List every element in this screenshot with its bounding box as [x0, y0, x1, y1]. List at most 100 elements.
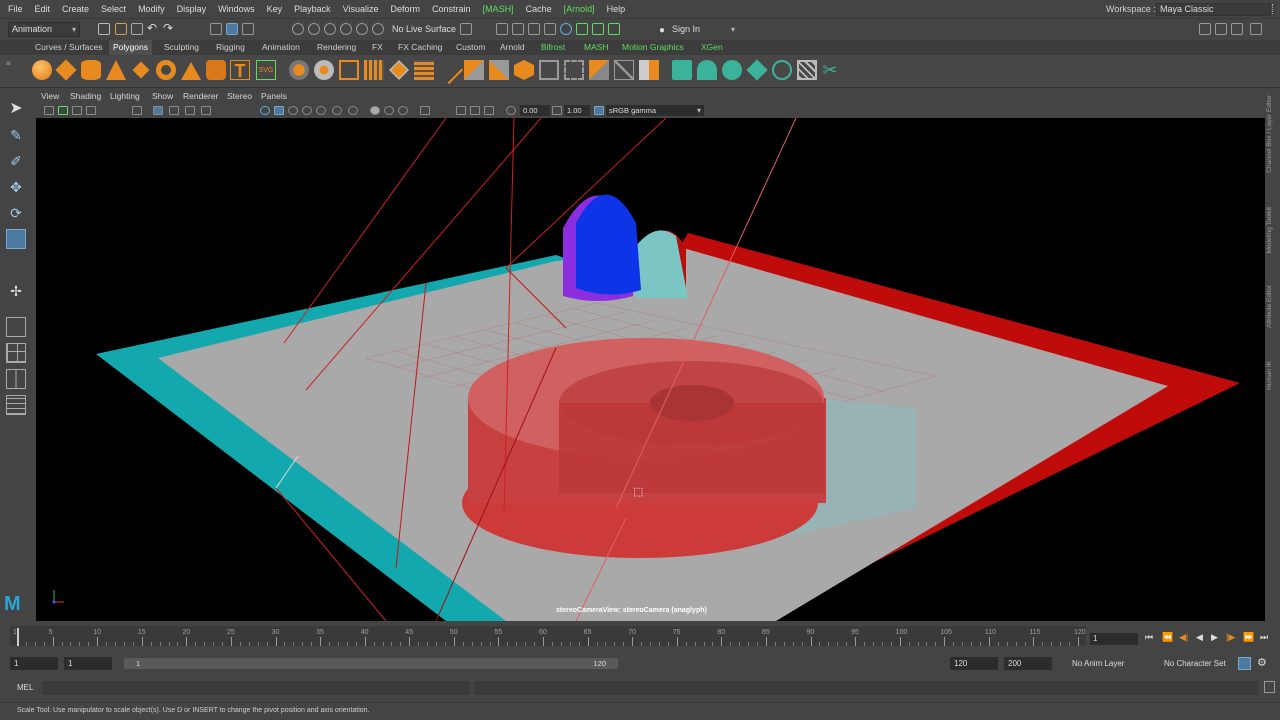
four-view-layout-icon[interactable]	[6, 343, 26, 363]
step-back-icon[interactable]: ⏪	[1162, 632, 1174, 644]
new-scene-icon[interactable]	[98, 23, 110, 35]
animation-preferences-icon[interactable]: ⚙	[1257, 656, 1267, 669]
depth-of-field-icon[interactable]	[398, 106, 408, 115]
screen-space-ao-icon[interactable]	[348, 106, 358, 115]
snap-pivot-icon[interactable]	[372, 23, 384, 35]
script-editor-icon[interactable]	[1264, 681, 1275, 693]
bookmark-icon[interactable]	[72, 106, 82, 115]
poly-cone-icon[interactable]	[106, 60, 126, 80]
use-all-lights-icon[interactable]	[316, 106, 326, 115]
multisample-aa-icon[interactable]	[384, 106, 394, 115]
tab-sculpting[interactable]: Sculpting	[160, 40, 203, 55]
boolean-icon[interactable]	[414, 60, 434, 80]
step-back-key-icon[interactable]: ◀|	[1179, 632, 1191, 644]
snap-point-icon[interactable]	[324, 23, 336, 35]
tab-modeling-toolkit[interactable]: Modeling Toolkit	[1266, 207, 1278, 254]
collapse-icon[interactable]	[639, 60, 659, 80]
panel-menu-stereo[interactable]: Stereo	[227, 89, 252, 103]
modeling-toolkit-icon[interactable]	[1199, 23, 1211, 35]
uv-editor-icon[interactable]	[672, 60, 692, 80]
move-tool-icon[interactable]: ✥	[6, 177, 26, 197]
start-time-field[interactable]: 1	[10, 657, 58, 670]
play-forward-icon[interactable]: ▶	[1211, 632, 1223, 644]
checker-map-icon[interactable]	[797, 60, 817, 80]
offset-edge-loop-icon[interactable]	[564, 60, 584, 80]
menu-set-select[interactable]: Animation ▾	[8, 22, 80, 37]
exposure-icon[interactable]	[506, 106, 516, 115]
grid-toggle-icon[interactable]	[132, 106, 142, 115]
separate-icon[interactable]	[314, 60, 334, 80]
menu-key[interactable]: Key	[261, 0, 289, 18]
snap-surface-icon[interactable]	[356, 23, 368, 35]
tab-arnold[interactable]: Arnold	[496, 40, 529, 55]
menu-deform[interactable]: Deform	[385, 0, 427, 18]
multi-cut-icon[interactable]	[434, 55, 464, 85]
play-backward-icon[interactable]: ◀	[1196, 632, 1208, 644]
history-icon[interactable]	[460, 23, 472, 35]
unfold-icon[interactable]	[772, 60, 792, 80]
ipr-render-icon[interactable]	[528, 23, 540, 35]
tab-polygons[interactable]: Polygons	[109, 40, 152, 55]
camera-attributes-icon[interactable]	[58, 106, 68, 115]
menu-cache[interactable]: Cache	[520, 0, 558, 18]
fill-hole-icon[interactable]	[589, 60, 609, 80]
arnold-settings-icon[interactable]	[608, 23, 620, 35]
last-tool-icon[interactable]: ✢	[6, 281, 26, 301]
film-gate-icon[interactable]	[153, 106, 163, 115]
select-tool-icon[interactable]: ➤	[6, 99, 26, 119]
svg-icon[interactable]: SVG	[256, 60, 276, 80]
poly-type-icon[interactable]: T	[230, 60, 250, 81]
sign-in-button[interactable]: ● Sign In ▾	[656, 22, 738, 37]
planar-map-icon[interactable]	[697, 60, 717, 80]
time-slider-track[interactable]: 1 5 10 15 20 25 30 35 40 45 50 55 60 65 70 75 80 85 90 95 10…	[10, 626, 1086, 646]
auto-key-icon[interactable]	[1238, 657, 1251, 670]
tab-mash[interactable]: MASH	[580, 40, 613, 55]
textured-icon[interactable]	[302, 106, 312, 115]
rotate-tool-icon[interactable]: ⟳	[6, 203, 26, 223]
bridge-icon[interactable]	[489, 60, 509, 80]
resolution-gate-icon[interactable]	[169, 106, 179, 115]
paint-select-tool-icon[interactable]: ✐	[6, 151, 26, 171]
playback-end-field[interactable]: 120	[950, 657, 998, 670]
tab-custom[interactable]: Custom	[452, 40, 489, 55]
xray-joints-icon[interactable]	[470, 106, 480, 115]
step-forward-key-icon[interactable]: |▶	[1226, 632, 1238, 644]
tool-settings-icon[interactable]	[1231, 23, 1243, 35]
go-to-start-icon[interactable]: ⏮	[1145, 632, 1157, 644]
arnold-render-icon[interactable]	[576, 23, 588, 35]
tab-curves-surfaces[interactable]: Curves / Surfaces	[31, 40, 107, 55]
3d-viewport[interactable]: ⬚ stereoCameraView: stereoCamera (anagly…	[36, 118, 1265, 621]
current-time-marker[interactable]	[17, 628, 19, 646]
panel-menu-panels[interactable]: Panels	[261, 89, 287, 103]
snap-view-plane-icon[interactable]	[340, 23, 352, 35]
live-surface-field[interactable]: No Live Surface	[392, 23, 456, 35]
tab-fx[interactable]: FX	[368, 40, 387, 55]
bevel-icon[interactable]	[514, 60, 534, 80]
menu-help[interactable]: Help	[601, 0, 632, 18]
attribute-editor-icon[interactable]	[1215, 23, 1227, 35]
current-frame-field[interactable]: 1	[1090, 633, 1138, 645]
scale-tool-icon[interactable]	[6, 229, 26, 249]
automatic-map-icon[interactable]	[746, 59, 768, 81]
arnold-ipr-icon[interactable]	[592, 23, 604, 35]
extrude-icon[interactable]	[464, 60, 484, 80]
isolate-select-icon[interactable]	[420, 106, 430, 115]
field-chart-icon[interactable]	[201, 106, 211, 115]
xray-components-icon[interactable]	[484, 106, 494, 115]
wireframe-icon[interactable]	[260, 106, 270, 115]
select-component-icon[interactable]	[242, 23, 254, 35]
menu-arnold[interactable]: [Arnold]	[558, 0, 601, 18]
menu-visualize[interactable]: Visualize	[337, 0, 385, 18]
exposure-field[interactable]: 0.00	[520, 105, 550, 116]
gate-mask-icon[interactable]	[185, 106, 195, 115]
hypershade-icon[interactable]	[560, 23, 572, 35]
tab-attribute-editor[interactable]: Attribute Editor	[1266, 285, 1278, 328]
menu-constrain[interactable]: Constrain	[426, 0, 477, 18]
panel-menu-lighting[interactable]: Lighting	[110, 89, 140, 103]
snap-curve-icon[interactable]	[308, 23, 320, 35]
menu-select[interactable]: Select	[95, 0, 132, 18]
menu-mash[interactable]: [MASH]	[477, 0, 520, 18]
undo-icon[interactable]: ↶	[147, 21, 157, 35]
redo-icon[interactable]: ↷	[163, 21, 173, 35]
mel-label[interactable]: MEL	[17, 681, 33, 695]
